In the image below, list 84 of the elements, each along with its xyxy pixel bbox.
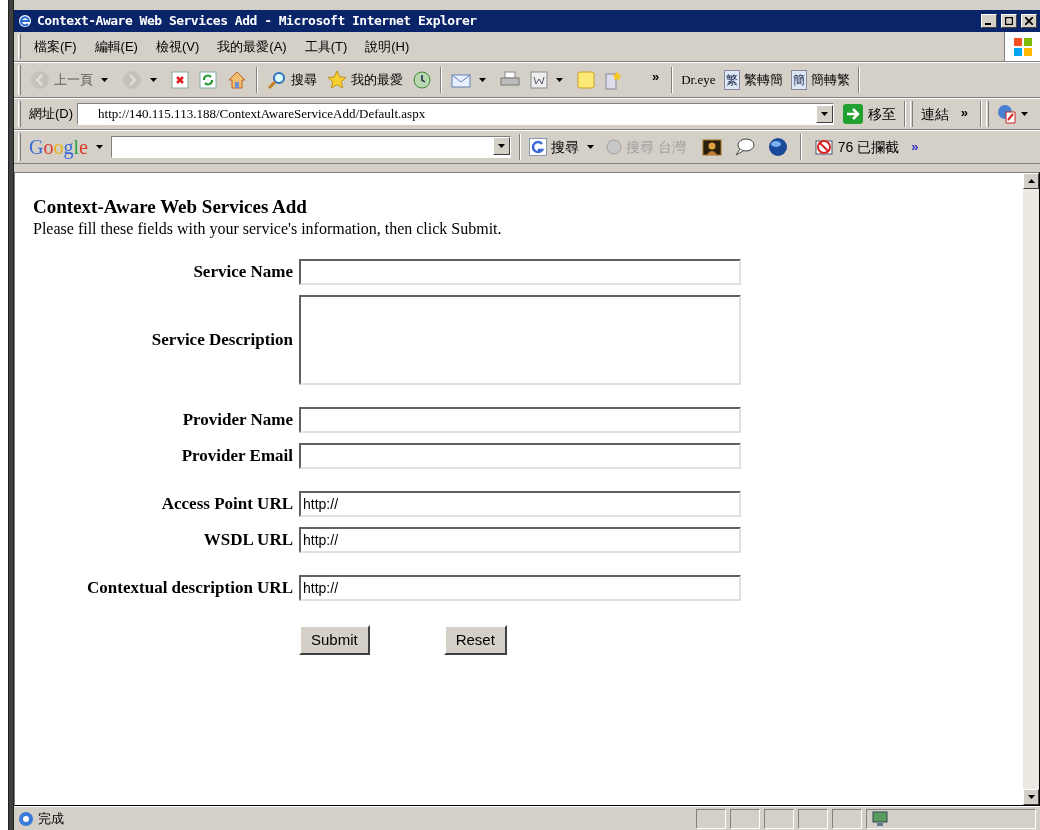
menu-item[interactable]: 檔案(F) [25, 36, 86, 57]
caret-icon [95, 145, 103, 149]
character-tile: 簡 [790, 70, 807, 90]
field-label: Provider Name [181, 409, 293, 432]
g-icon [528, 138, 547, 156]
caret-icon [556, 78, 563, 82]
window-title: Context-Aware Web Services Add - Microsoft Internet Explorer [37, 12, 477, 31]
note-icon [577, 71, 595, 89]
convert-button[interactable]: 簡 簡轉繁 [786, 70, 854, 90]
menu-item[interactable]: 我的最愛(A) [208, 36, 296, 57]
go-button[interactable]: 移至 [837, 103, 900, 125]
menu-item[interactable]: 編輯(E) [85, 36, 147, 57]
blocked-window-icon [813, 137, 834, 157]
caret-icon [101, 78, 108, 82]
earth-icon [767, 137, 788, 157]
input-field[interactable] [299, 407, 741, 433]
input-field[interactable]: http:// [299, 491, 741, 517]
refresh-icon [199, 71, 217, 89]
field-label: Service Name [192, 261, 293, 284]
envelope-icon [451, 71, 471, 89]
status-pane [764, 808, 794, 829]
search-icon [267, 70, 287, 90]
caret-icon [479, 78, 486, 82]
toolbar-button[interactable]: 搜尋 [262, 66, 322, 94]
intro-text: Please fill these fields with your service's information, then click Submit. [33, 219, 503, 239]
text-area[interactable] [299, 295, 741, 385]
google-search-field[interactable] [110, 136, 511, 158]
menu-item[interactable]: 工具(T) [295, 36, 357, 57]
input-field[interactable]: http:// [299, 575, 741, 601]
status-text: 完成 [38, 809, 64, 828]
address-label: 網址(D) [29, 105, 74, 124]
caret-icon [497, 144, 505, 148]
field-label: Service Description [150, 329, 293, 352]
field-label: Contextual description URL [86, 577, 293, 600]
close-button[interactable] [1021, 14, 1037, 28]
scroll-up-icon [1027, 179, 1035, 183]
convert-button[interactable]: 繁 繁轉簡 [719, 70, 787, 90]
printer-icon [500, 71, 520, 89]
links-label[interactable]: 連結 [920, 103, 949, 125]
character-tile: 繁 [723, 70, 740, 90]
star-icon [327, 70, 347, 90]
google-search-button[interactable]: 搜尋 [528, 136, 598, 158]
more-chevron[interactable]: » [911, 137, 919, 157]
status-pane [696, 808, 726, 829]
status-pane [730, 808, 760, 829]
form-button[interactable]: Reset [443, 625, 507, 655]
input-field[interactable]: http:// [299, 527, 741, 553]
arrow-right-icon [841, 103, 864, 125]
popup-blocker-button[interactable]: 76 已攔截 [813, 136, 900, 158]
clock-icon [413, 71, 431, 89]
windows-logo-icon [1011, 35, 1034, 58]
stop-icon [171, 71, 189, 89]
house-icon [227, 70, 247, 90]
portrait-icon [701, 138, 722, 156]
caret-icon [1021, 112, 1028, 116]
more-chevron[interactable]: » [652, 67, 660, 87]
caret-icon [150, 78, 157, 82]
status-pane [832, 808, 862, 829]
dreye-label: Dr.eye [681, 71, 716, 90]
field-label: WSDL URL [202, 529, 293, 552]
browser-e-icon [17, 13, 33, 29]
menu-item[interactable]: 說明(H) [356, 36, 419, 57]
field-label: Access Point URL [160, 493, 293, 516]
network-icon [871, 810, 889, 827]
caret-icon [820, 112, 828, 116]
close-icon [1025, 17, 1033, 25]
menu-item[interactable]: 檢視(V) [146, 36, 209, 57]
form-button[interactable]: Submit [299, 625, 370, 655]
maximize-button[interactable] [1001, 14, 1017, 28]
input-field[interactable] [299, 443, 741, 469]
address-field[interactable]: http://140.115.113.188/ContextAwareServiceAdd/Default.aspx [77, 103, 834, 125]
input-field[interactable] [299, 259, 741, 285]
document-icon [530, 71, 548, 89]
scrollbar[interactable] [1023, 173, 1039, 805]
caret-icon [586, 145, 594, 149]
page-heading: Context-Aware Web Services Add [33, 195, 308, 219]
toolbar-button[interactable]: 我的最愛 [322, 66, 408, 94]
scroll-down-icon [1027, 795, 1035, 799]
status-pane [798, 808, 828, 829]
field-label: Provider Email [180, 445, 293, 468]
more-chevron[interactable]: » [960, 103, 968, 123]
minimize-button[interactable] [981, 14, 997, 28]
maximize-icon [1005, 17, 1013, 25]
page-star-icon [605, 70, 623, 90]
